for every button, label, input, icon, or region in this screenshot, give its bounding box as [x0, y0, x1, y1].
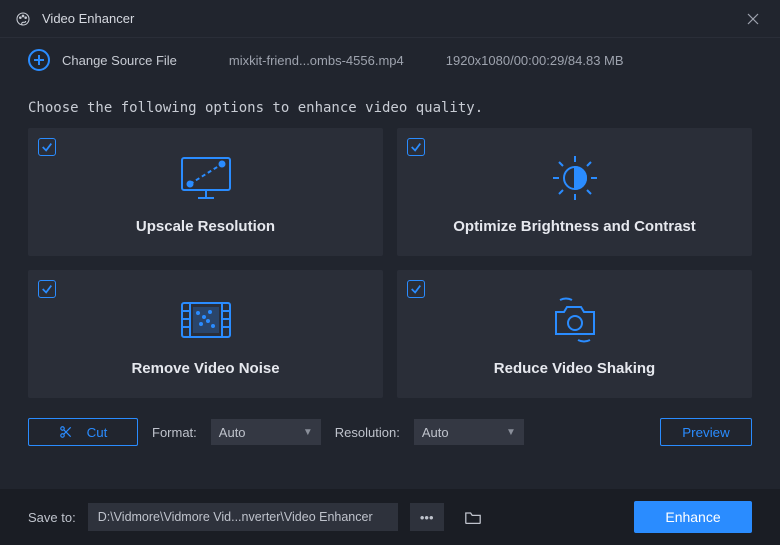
close-button[interactable]: [740, 6, 766, 32]
instruction-text: Choose the following options to enhance …: [0, 82, 780, 128]
controls-row: Cut Format: Auto ▼ Resolution: Auto ▼ Pr…: [0, 398, 780, 460]
format-dropdown[interactable]: Auto ▼: [211, 419, 321, 445]
add-icon[interactable]: [28, 49, 50, 71]
card-label: Upscale Resolution: [136, 218, 275, 235]
source-filename: mixkit-friend...ombs-4556.mp4: [229, 53, 404, 68]
preview-label: Preview: [682, 425, 729, 440]
footer: Save to: D:\Vidmore\Vidmore Vid...nverte…: [0, 489, 780, 545]
format-label: Format:: [152, 425, 197, 440]
brightness-icon: [549, 150, 601, 206]
card-label: Optimize Brightness and Contrast: [453, 218, 696, 235]
options-grid: Upscale Resolution Optimize Brightness a…: [0, 128, 780, 398]
app-title: Video Enhancer: [42, 11, 740, 26]
resolution-value: Auto: [422, 425, 449, 440]
enhance-button[interactable]: Enhance: [634, 501, 752, 533]
preview-button[interactable]: Preview: [660, 418, 752, 446]
source-meta: 1920x1080/00:00:29/84.83 MB: [446, 53, 624, 68]
checkbox-brightness[interactable]: [407, 138, 425, 156]
change-source-link[interactable]: Change Source File: [62, 53, 177, 68]
monitor-icon: [176, 150, 236, 206]
card-remove-noise[interactable]: Remove Video Noise: [28, 270, 383, 398]
card-label: Reduce Video Shaking: [494, 360, 655, 377]
save-path-text: D:\Vidmore\Vidmore Vid...nverter\Video E…: [98, 510, 373, 524]
titlebar: Video Enhancer: [0, 0, 780, 38]
scissors-icon: [59, 425, 73, 439]
camera-shake-icon: [546, 292, 604, 348]
card-upscale-resolution[interactable]: Upscale Resolution: [28, 128, 383, 256]
filmstrip-icon: [178, 292, 234, 348]
chevron-down-icon: ▼: [506, 427, 516, 438]
checkbox-upscale[interactable]: [38, 138, 56, 156]
open-folder-button[interactable]: [456, 503, 490, 531]
save-path-field[interactable]: D:\Vidmore\Vidmore Vid...nverter\Video E…: [88, 503, 398, 531]
format-value: Auto: [219, 425, 246, 440]
source-row: Change Source File mixkit-friend...ombs-…: [0, 38, 780, 82]
enhance-label: Enhance: [665, 509, 720, 525]
card-label: Remove Video Noise: [131, 360, 279, 377]
checkbox-shaking[interactable]: [407, 280, 425, 298]
card-optimize-brightness[interactable]: Optimize Brightness and Contrast: [397, 128, 752, 256]
checkbox-noise[interactable]: [38, 280, 56, 298]
browse-button[interactable]: •••: [410, 503, 444, 531]
resolution-dropdown[interactable]: Auto ▼: [414, 419, 524, 445]
card-reduce-shaking[interactable]: Reduce Video Shaking: [397, 270, 752, 398]
folder-icon: [463, 509, 483, 525]
chevron-down-icon: ▼: [303, 427, 313, 438]
dots-icon: •••: [420, 510, 434, 525]
palette-icon: [14, 10, 32, 28]
cut-label: Cut: [87, 425, 108, 440]
saveto-label: Save to:: [28, 510, 76, 525]
resolution-label: Resolution:: [335, 425, 400, 440]
cut-button[interactable]: Cut: [28, 418, 138, 446]
